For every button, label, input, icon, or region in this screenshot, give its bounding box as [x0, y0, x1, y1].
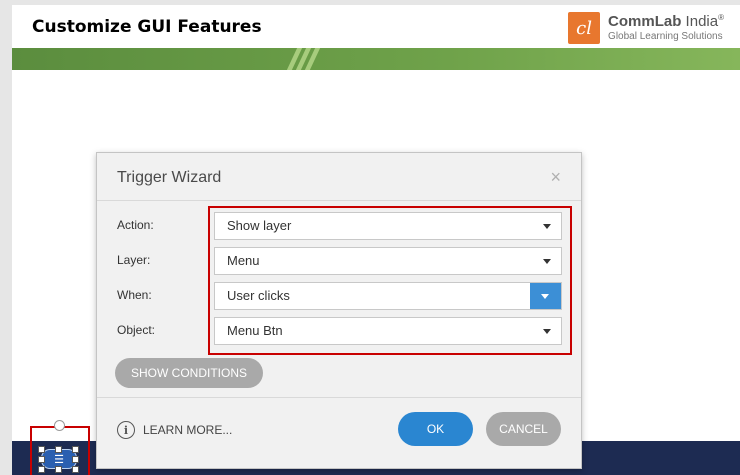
- when-select[interactable]: User clicks: [214, 282, 562, 310]
- learn-more-label: LEARN MORE...: [143, 423, 233, 437]
- when-value: User clicks: [227, 288, 290, 303]
- chevron-down-icon: [543, 224, 551, 229]
- rotate-handle-icon[interactable]: [54, 420, 65, 431]
- resize-handle[interactable]: [38, 456, 45, 463]
- menu-button-selection[interactable]: ☰: [30, 420, 90, 475]
- chevron-down-icon[interactable]: [530, 283, 561, 309]
- object-label: Object:: [117, 323, 156, 337]
- green-header-band: [12, 48, 740, 70]
- layer-value: Menu: [227, 253, 260, 268]
- trigger-wizard-dialog: Trigger Wizard × Action: Show layer Laye…: [96, 152, 582, 469]
- slide-title: Customize GUI Features: [32, 17, 262, 37]
- action-select[interactable]: Show layer: [214, 212, 562, 240]
- divider: [97, 397, 581, 398]
- cancel-button[interactable]: CANCEL: [486, 412, 561, 446]
- close-icon[interactable]: ×: [550, 167, 561, 188]
- resize-handle[interactable]: [38, 446, 45, 453]
- ok-button[interactable]: OK: [398, 412, 473, 446]
- resize-handle[interactable]: [72, 446, 79, 453]
- layer-select[interactable]: Menu: [214, 247, 562, 275]
- logo-name: CommLab India®: [608, 13, 724, 31]
- menu-icon: ☰: [54, 453, 64, 466]
- commlab-logo-icon: cl: [568, 12, 601, 44]
- learn-more-link[interactable]: i LEARN MORE...: [117, 421, 232, 439]
- logo-tagline: Global Learning Solutions: [608, 30, 723, 42]
- chevron-down-icon: [543, 259, 551, 264]
- action-value: Show layer: [227, 218, 292, 233]
- resize-handle[interactable]: [55, 446, 62, 453]
- resize-handle[interactable]: [38, 466, 45, 473]
- layer-label: Layer:: [117, 253, 151, 267]
- action-label: Action:: [117, 218, 154, 232]
- dialog-title: Trigger Wizard: [117, 169, 222, 186]
- resize-handle[interactable]: [72, 466, 79, 473]
- chevron-down-icon: [543, 329, 551, 334]
- divider: [97, 200, 581, 201]
- resize-handle[interactable]: [72, 456, 79, 463]
- object-value: Menu Btn: [227, 323, 283, 338]
- when-label: When:: [117, 288, 152, 302]
- resize-handle[interactable]: [55, 466, 62, 473]
- object-select[interactable]: Menu Btn: [214, 317, 562, 345]
- info-icon: i: [117, 421, 135, 439]
- commlab-logo: cl CommLab India® Global Learning Soluti…: [568, 11, 724, 45]
- show-conditions-button[interactable]: SHOW CONDITIONS: [115, 358, 263, 388]
